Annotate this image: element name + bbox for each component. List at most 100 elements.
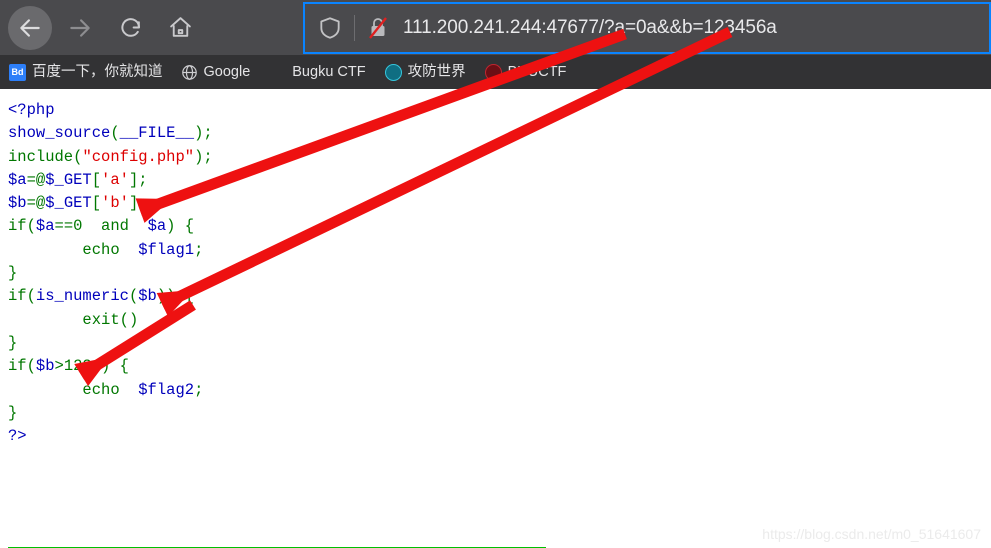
code-token: ] — [128, 170, 139, 189]
code-token: echo — [82, 380, 120, 399]
bookmark-label: Google — [203, 63, 251, 80]
code-line: ?> — [8, 425, 213, 448]
code-token: $b — [138, 287, 157, 306]
code-line: $b=@$_GET['b']; — [8, 192, 213, 215]
code-line: echo $flag1; — [8, 239, 213, 262]
code-token: =@ — [26, 170, 46, 189]
back-button[interactable] — [8, 5, 52, 50]
code-token: ) — [101, 357, 111, 376]
code-token: $a — [147, 217, 167, 236]
code-line: $a=@$_GET['a']; — [8, 169, 213, 192]
globe-favicon-icon — [181, 64, 198, 81]
code-line: exit() — [8, 309, 213, 332]
reload-button[interactable] — [108, 6, 152, 50]
reload-icon — [118, 15, 143, 40]
code-token: ; — [194, 240, 204, 259]
bookmark-label: 百度一下，你就知道 — [32, 63, 163, 80]
code-line: if(is_numeric($b)) { — [8, 285, 213, 308]
code-token: ?> — [8, 427, 27, 446]
code-token: ] — [128, 194, 139, 213]
code-token: and — [101, 217, 129, 236]
code-token: $a — [35, 217, 55, 236]
browser-toolbar: 111.200.241.244:47677/?a=0a&&b=123456a — [0, 0, 991, 55]
code-token: )) — [156, 287, 176, 306]
code-token: [ — [91, 170, 102, 189]
bookmark-xctf[interactable]: 攻防世界 — [384, 55, 466, 89]
code-token: { — [110, 357, 129, 376]
code-token: exit — [82, 310, 120, 329]
xctf-favicon-icon — [384, 63, 402, 81]
buuctf-favicon-icon — [484, 63, 502, 81]
code-token: { — [175, 217, 195, 236]
code-token: ; — [203, 124, 213, 143]
code-token: ==0 — [54, 217, 102, 236]
lock-broken-icon[interactable] — [366, 15, 390, 41]
code-token: $a — [8, 170, 27, 189]
code-token: 'b' — [101, 194, 129, 213]
code-token: ) — [194, 124, 204, 143]
code-token: <?php — [8, 101, 55, 119]
blog-watermark: https://blog.csdn.net/m0_51641607 — [762, 526, 981, 542]
home-icon — [168, 15, 193, 40]
arrow-left-icon — [17, 15, 43, 41]
code-line: show_source(__FILE__); — [8, 122, 213, 145]
shield-icon[interactable] — [317, 15, 343, 41]
code-token: show_source — [8, 124, 111, 143]
forward-button[interactable] — [58, 6, 102, 50]
urlbar-divider — [354, 15, 355, 41]
browser-window: 111.200.241.244:47677/?a=0a&&b=123456a B… — [0, 0, 991, 548]
code-token: if — [8, 217, 27, 236]
code-token: >1234 — [54, 357, 102, 376]
code-line: <?php — [8, 99, 213, 122]
code-token: $_GET — [45, 170, 92, 189]
code-token: if — [8, 287, 27, 306]
bookmark-bugku-ctf[interactable]: Bugku CTF — [292, 55, 365, 89]
page-content: <?php show_source(__FILE__); include("conf… — [0, 89, 991, 548]
code-token: [ — [91, 194, 102, 213]
code-token: ( — [128, 287, 139, 306]
bookmark-buuctf[interactable]: BUUCTF — [484, 55, 566, 89]
arrow-right-icon — [67, 15, 93, 41]
baidu-favicon-glyph: Bd — [11, 66, 24, 77]
code-token: echo — [82, 240, 120, 259]
code-token: ; — [203, 147, 213, 166]
code-token: 'a' — [101, 170, 129, 189]
code-token: ; — [138, 170, 148, 189]
code-token: ; — [138, 194, 148, 213]
bookmarks-bar: Bd 百度一下，你就知道 Google Bugku CTF 攻防世界 BUUCT… — [0, 55, 991, 89]
home-button[interactable] — [158, 6, 202, 50]
address-bar[interactable]: 111.200.241.244:47677/?a=0a&&b=123456a — [303, 2, 991, 54]
code-token: } — [8, 403, 18, 422]
code-line: echo $flag2; — [8, 379, 213, 402]
code-line: } — [8, 262, 213, 285]
navigation-buttons — [0, 0, 202, 55]
code-line: if($b>1234) { — [8, 355, 213, 378]
code-token: $b — [8, 194, 27, 213]
code-token: $flag1 — [138, 240, 195, 259]
code-token: "config.php" — [82, 147, 195, 166]
code-token: ( — [26, 357, 36, 376]
code-token: { — [175, 287, 195, 306]
code-line: if($a==0 and $a) { — [8, 215, 213, 238]
bookmark-baidu[interactable]: Bd 百度一下，你就知道 — [9, 55, 163, 89]
bookmark-label: 攻防世界 — [407, 63, 466, 80]
code-line: } — [8, 332, 213, 355]
code-token: ) — [194, 147, 204, 166]
code-line: } — [8, 402, 213, 425]
bookmark-google[interactable]: Google — [181, 55, 251, 89]
code-token: ( — [26, 287, 36, 306]
code-token: $_GET — [45, 194, 92, 213]
url-text[interactable]: 111.200.241.244:47677/?a=0a&&b=123456a — [403, 17, 777, 39]
code-token: } — [8, 264, 18, 283]
code-token: ( — [26, 217, 36, 236]
baidu-favicon-icon: Bd — [9, 63, 26, 81]
php-source-listing: <?php show_source(__FILE__); include("conf… — [8, 99, 213, 448]
code-token: ( — [110, 124, 120, 143]
code-token: () — [119, 310, 139, 329]
